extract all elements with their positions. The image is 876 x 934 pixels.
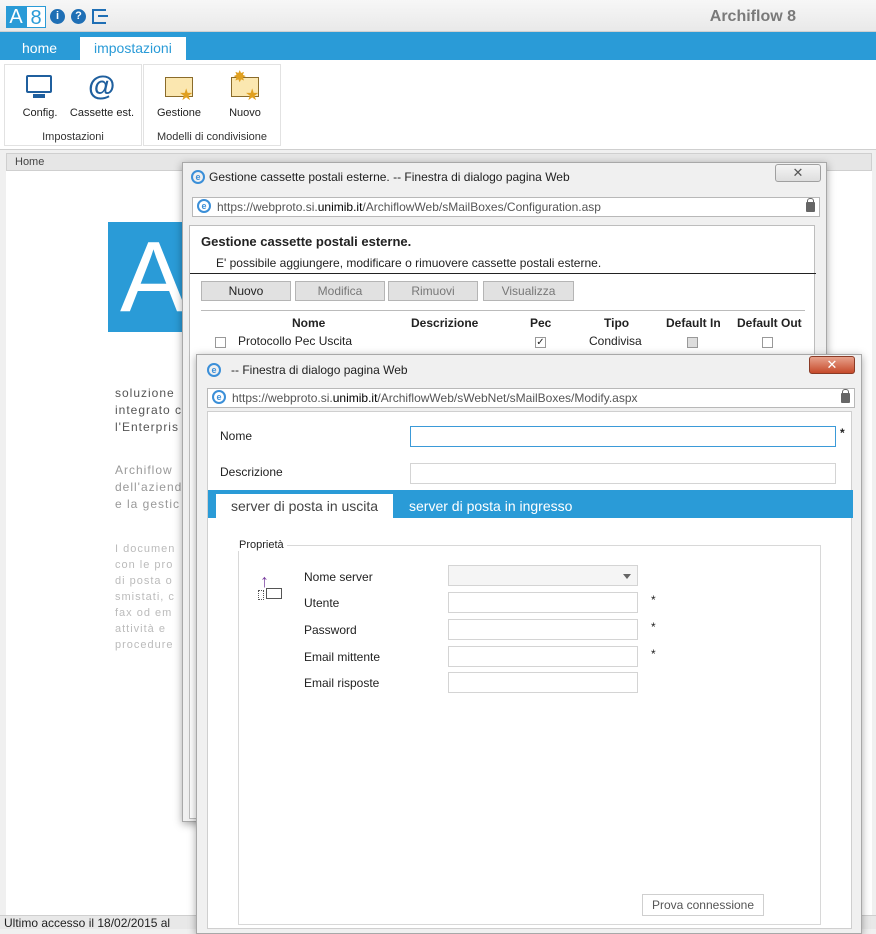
password-input[interactable] (448, 619, 638, 640)
nome-server-select[interactable] (448, 565, 638, 586)
ie-icon: e (191, 170, 205, 184)
server-tabs: server di posta in uscita server di post… (208, 490, 853, 518)
dialog-title: -- Finestra di dialogo pagina Web (231, 363, 408, 377)
monitor-icon (24, 71, 56, 103)
dialog-title: Gestione cassette postali esterne. -- Fi… (209, 170, 570, 184)
intro-text-3: I documen con le pro di posta o smistati… (115, 543, 176, 651)
tab-impostazioni[interactable]: impostazioni (80, 37, 186, 60)
config-button[interactable]: Config. (5, 71, 75, 119)
email-risposte-input[interactable] (448, 672, 638, 693)
logo-letter: A (6, 6, 26, 28)
modifica-button[interactable]: Modifica (295, 281, 385, 301)
address-bar: e https://webproto.si.unimib.it/Archiflo… (192, 197, 820, 217)
dialog-modify-mailbox: e -- Finestra di dialogo pagina Web ✕ e … (196, 354, 862, 934)
intro-text-1: soluzione integrato c l'Enterpris (115, 386, 183, 434)
gestione-button[interactable]: ★ Gestione (144, 71, 214, 119)
address-bar: e https://webproto.si.unimib.it/Archiflo… (207, 388, 855, 408)
col-nome[interactable]: Nome (292, 316, 325, 330)
row-select-checkbox[interactable] (215, 337, 226, 348)
ribbon-group-impostazioni: Config. @ Cassette est. Impostazioni (4, 64, 142, 146)
required-marker: * (651, 620, 656, 634)
row-nome[interactable]: Protocollo Pec Uscita (238, 334, 352, 348)
email-risposte-label: Email risposte (304, 676, 380, 690)
ie-icon: e (212, 390, 226, 404)
lock-icon (806, 198, 815, 212)
app-logo: A 8 (6, 6, 46, 29)
prova-connessione-button[interactable]: Prova connessione (642, 894, 764, 916)
dialog-body: Nome * Descrizione server di posta in us… (207, 411, 853, 929)
envelope-new-icon: ✸ ★ (231, 69, 260, 104)
help-icon[interactable]: ? (71, 9, 86, 24)
utente-label: Utente (304, 596, 340, 610)
cassette-est-label: Cassette est. (69, 107, 135, 119)
url-scheme: https://webproto.si. (232, 391, 333, 405)
row-tipo: Condivisa (589, 334, 642, 348)
outgoing-mail-icon: ↑ (256, 572, 284, 604)
big-logo: A (108, 222, 186, 332)
email-mittente-input[interactable] (448, 646, 638, 667)
row-pec-checkbox: ✓ (535, 337, 546, 348)
dialog-description: E' possibile aggiungere, modificare o ri… (216, 256, 602, 270)
visualizza-button[interactable]: Visualizza (483, 281, 574, 301)
close-button[interactable]: ✕ (809, 356, 855, 374)
group-label: Modelli di condivisione (156, 131, 268, 143)
exit-icon[interactable] (92, 9, 108, 24)
password-label: Password (304, 623, 357, 637)
group-label: Impostazioni (42, 131, 104, 143)
nuovo-model-label: Nuovo (229, 107, 261, 119)
lock-icon (841, 389, 850, 403)
info-icon[interactable]: i (50, 9, 65, 24)
dialog-heading: Gestione cassette postali esterne. (201, 234, 412, 249)
gestione-label: Gestione (156, 107, 202, 119)
required-marker: * (651, 647, 656, 661)
main-tab-bar: home impostazioni (0, 32, 876, 60)
col-pec[interactable]: Pec (530, 316, 551, 330)
envelope-star-icon: ★ (163, 71, 195, 104)
cassette-est-button[interactable]: @ Cassette est. (67, 70, 137, 120)
required-marker: * (651, 593, 656, 607)
chevron-down-icon (623, 574, 631, 579)
nome-input[interactable] (410, 426, 836, 447)
descrizione-input[interactable] (410, 463, 836, 484)
utente-input[interactable] (448, 592, 638, 613)
tab-posta-uscita[interactable]: server di posta in uscita (216, 494, 394, 518)
email-mittente-label: Email mittente (304, 650, 381, 664)
col-default-in[interactable]: Default In (666, 316, 721, 330)
row-default-in-checkbox (687, 337, 698, 348)
ie-icon: e (197, 199, 211, 213)
tab-posta-ingresso[interactable]: server di posta in ingresso (394, 494, 587, 518)
url-path: /ArchiflowWeb/sMailBoxes/Configuration.a… (362, 200, 601, 214)
descrizione-label: Descrizione (220, 465, 283, 479)
rimuovi-button[interactable]: Rimuovi (388, 281, 478, 301)
nome-label: Nome (220, 429, 253, 443)
intro-text-2: Archiflow dell'aziend e la gestic (115, 463, 183, 511)
logo-number: 8 (26, 6, 46, 29)
col-tipo[interactable]: Tipo (604, 316, 629, 330)
row-default-out-checkbox (762, 337, 773, 348)
mailbox-at-icon: @ (88, 70, 116, 101)
url-path: /ArchiflowWeb/sWebNet/sMailBoxes/Modify.… (377, 391, 638, 405)
app-title: Archiflow 8 (709, 8, 796, 25)
col-default-out[interactable]: Default Out (737, 316, 802, 330)
ribbon: Config. @ Cassette est. Impostazioni ★ G… (0, 60, 876, 150)
top-bar: A 8 i ? Archiflow 8 (0, 0, 876, 32)
config-label: Config. (22, 107, 58, 119)
url-scheme: https://webproto.si. (217, 200, 318, 214)
col-descrizione[interactable]: Descrizione (411, 316, 478, 330)
properties-legend: Proprietà (236, 539, 287, 551)
close-button[interactable]: ✕ (775, 164, 821, 182)
url-domain: unimib.it (317, 200, 363, 214)
ribbon-group-modelli: ★ Gestione ✸ ★ Nuovo Modelli di condivis… (143, 64, 281, 146)
nome-server-label: Nome server (304, 570, 373, 584)
required-marker: * (840, 426, 845, 440)
nuovo-button[interactable]: Nuovo (201, 281, 291, 301)
nuovo-model-button[interactable]: ✸ ★ Nuovo (210, 69, 280, 119)
ie-icon: e (207, 363, 221, 377)
tab-home[interactable]: home (8, 37, 71, 60)
url-domain: unimib.it (332, 391, 378, 405)
